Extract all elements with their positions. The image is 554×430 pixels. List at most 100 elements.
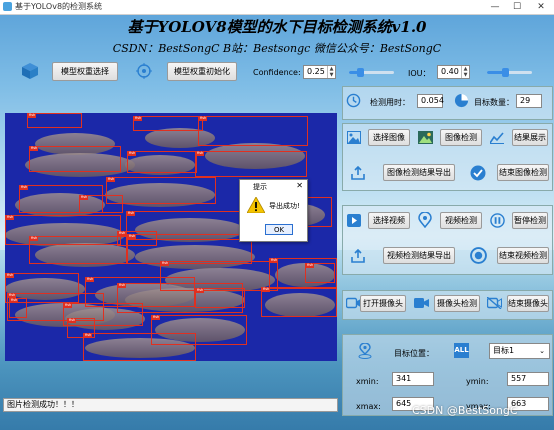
target-position-label: 目标位置： <box>394 349 434 358</box>
detection-label: fish <box>30 146 39 151</box>
end-video-detect-button[interactable]: 结束视频检测 <box>497 247 549 264</box>
model-select-button[interactable]: 模型权重选择 <box>52 62 118 81</box>
confidence-value: 0.25 <box>307 67 325 76</box>
dialog-ok-button[interactable]: OK <box>265 224 293 235</box>
dialog-message: 导出成功! <box>269 202 300 210</box>
iou-slider[interactable] <box>487 68 532 77</box>
stop-circle-icon <box>470 247 487 264</box>
page-title: 基于YOLOV8模型的水下目标检测系统v1.0 <box>127 18 427 36</box>
upload-icon <box>351 249 365 263</box>
detection-box: fish <box>195 151 307 177</box>
detection-box: fish <box>195 288 245 308</box>
image-detect-icon <box>418 131 433 144</box>
target-icon <box>136 63 152 79</box>
xmax-label: xmax: <box>356 402 381 411</box>
detection-label: fish <box>128 151 137 156</box>
title-bar: 基于YOLOv8的检测系统 — ☐ ✕ <box>0 0 554 15</box>
detection-label: fish <box>6 215 15 220</box>
cube-icon <box>22 63 38 79</box>
dialog-close-button[interactable]: ✕ <box>296 181 303 190</box>
maximize-button[interactable]: ☐ <box>508 0 526 14</box>
export-image-results-button[interactable]: 图像检测结果导出 <box>383 164 455 181</box>
show-results-button[interactable]: 结果展示 <box>512 129 548 146</box>
close-button[interactable]: ✕ <box>532 0 550 14</box>
camera-off-icon <box>487 297 502 309</box>
detection-label: fish <box>118 231 127 236</box>
detection-label: fish <box>152 315 161 320</box>
clock-icon <box>346 93 361 108</box>
time-label: 检测用时： <box>370 98 410 107</box>
target-select-value: 目标1 <box>493 346 515 355</box>
select-video-button[interactable]: 选择视频 <box>368 212 410 229</box>
xmin-value: 341 <box>392 372 434 386</box>
time-value: 0.054 <box>417 94 444 108</box>
confidence-slider-handle[interactable] <box>357 68 365 77</box>
detection-label: fish <box>196 288 205 293</box>
detection-box: fish <box>29 146 121 172</box>
minimize-button[interactable]: — <box>486 0 504 14</box>
detect-video-button[interactable]: 视频检测 <box>440 212 482 229</box>
close-camera-button[interactable]: 结束摄像头 <box>507 295 549 312</box>
message-dialog: 提示 ✕ 导出成功! OK <box>239 179 308 242</box>
window-title: 基于YOLOv8的检测系统 <box>15 2 103 11</box>
open-camera-button[interactable]: 打开摄像头 <box>360 295 406 312</box>
spin-arrows-icon[interactable]: ▲ ▼ <box>461 66 469 78</box>
confidence-label: Confidence: <box>253 68 301 77</box>
check-circle-icon <box>470 165 486 181</box>
detection-label: fish <box>80 195 89 200</box>
page-subtitle: CSDN：BestSongC B站：Bestsongc 微信公众号：BestSo… <box>112 42 442 55</box>
detection-box: fish <box>67 318 95 338</box>
chart-line-icon <box>490 132 504 144</box>
pause-icon <box>490 213 505 228</box>
export-video-results-button[interactable]: 视频检测结果导出 <box>383 247 455 264</box>
detect-image-button[interactable]: 图像检测 <box>440 129 482 146</box>
detection-box: fish <box>27 113 82 128</box>
status-bar: 图片检测成功！！！ <box>3 398 338 412</box>
ymin-label: ymin: <box>466 377 489 386</box>
upload-icon <box>351 166 365 180</box>
iou-spinbox[interactable]: 0.40 ▲ ▼ <box>437 65 470 79</box>
detection-label: fish <box>64 303 73 308</box>
iou-label: IOU： <box>408 69 431 78</box>
detection-box: fish <box>79 195 123 213</box>
detection-box: fish <box>29 236 127 264</box>
end-image-detect-button[interactable]: 结束图像检测 <box>497 164 549 181</box>
target-select-dropdown[interactable]: 目标1 ⌄ <box>489 343 550 359</box>
detection-label: fish <box>10 298 19 303</box>
detection-box: fish <box>261 287 337 317</box>
detection-label: fish <box>118 283 127 288</box>
detection-label: fish <box>107 177 116 182</box>
detection-box: fish <box>133 116 203 131</box>
all-targets-icon: ALL <box>454 343 469 358</box>
select-image-button[interactable]: 选择图像 <box>368 129 410 146</box>
camera-detect-icon <box>414 298 429 308</box>
watermark: CSDN @BestSongC <box>412 404 518 417</box>
confidence-slider[interactable] <box>349 68 394 77</box>
camera-icon <box>346 297 361 309</box>
detection-label: fish <box>196 151 205 156</box>
model-init-button[interactable]: 模型权重初始化 <box>167 62 237 81</box>
detection-label: fish <box>161 261 170 266</box>
spin-arrows-icon[interactable]: ▲ ▼ <box>327 66 335 78</box>
detection-box: fish <box>83 333 196 361</box>
detection-box: fish <box>9 298 27 318</box>
detection-label: fish <box>270 258 279 263</box>
iou-slider-handle[interactable] <box>502 68 509 77</box>
dialog-title: 提示 <box>253 183 267 191</box>
pie-chart-icon <box>454 93 469 108</box>
detection-box: fish <box>127 151 197 173</box>
detection-box: fish <box>305 263 335 283</box>
count-value: 29 <box>516 94 542 108</box>
detection-label: fish <box>262 287 271 292</box>
detection-label: fish <box>306 263 315 268</box>
app-icon <box>3 2 12 11</box>
chevron-down-icon: ⌄ <box>539 347 545 355</box>
pause-detect-button[interactable]: 暂停检测 <box>512 212 548 229</box>
detection-label: fish <box>86 277 95 282</box>
detection-box: fish <box>198 116 308 146</box>
camera-detect-button[interactable]: 摄像头检测 <box>434 295 480 312</box>
detection-label: fish <box>20 185 29 190</box>
xmin-label: xmin: <box>356 377 379 386</box>
confidence-spinbox[interactable]: 0.25 ▲ ▼ <box>303 65 336 79</box>
count-label: 目标数量： <box>474 98 514 107</box>
